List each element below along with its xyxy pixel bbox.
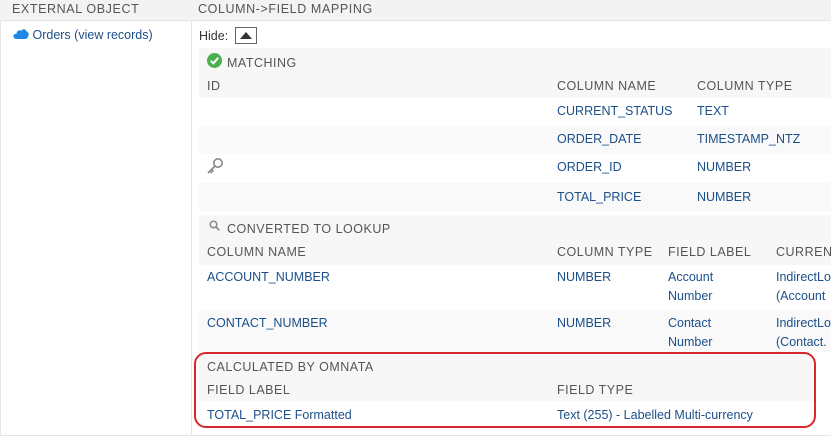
lookup-row-0-name: ACCOUNT_NUMBER bbox=[207, 270, 330, 284]
matching-row-0-type: TEXT bbox=[697, 104, 729, 118]
table-header: EXTERNAL OBJECT COLUMN->FIELD MAPPING bbox=[0, 0, 831, 21]
lookup-title: CONVERTED TO LOOKUP bbox=[227, 222, 391, 236]
lookup-row-0-label-1: Account bbox=[668, 270, 714, 284]
check-circle-icon bbox=[207, 53, 222, 68]
external-object-header: EXTERNAL OBJECT bbox=[12, 2, 140, 16]
lookup-column-type-header: COLUMN TYPE bbox=[557, 245, 653, 259]
matching-row-1-type: TIMESTAMP_NTZ bbox=[697, 132, 801, 146]
column-field-mapping-header: COLUMN->FIELD MAPPING bbox=[198, 2, 373, 16]
matching-row-2-type: NUMBER bbox=[697, 160, 752, 174]
view-records-link[interactable]: (view records) bbox=[74, 28, 153, 42]
lookup-row-0-current-1: IndirectLo bbox=[776, 270, 831, 284]
lookup-row-1-current-1: IndirectLo bbox=[776, 316, 831, 330]
highlight-box bbox=[194, 352, 816, 428]
object-entry: Orders (view records) bbox=[13, 28, 153, 42]
key-icon bbox=[207, 158, 223, 174]
matching-id-header: ID bbox=[207, 79, 221, 93]
triangle-up-icon bbox=[240, 32, 252, 39]
lookup-field-label-header: FIELD LABEL bbox=[668, 245, 752, 259]
matching-row-2-name: ORDER_ID bbox=[557, 160, 622, 174]
magnifier-icon bbox=[209, 220, 220, 231]
lookup-current-header: CURRENT bbox=[776, 245, 831, 259]
matching-row-1-name: ORDER_DATE bbox=[557, 132, 642, 146]
lookup-row-1-name: CONTACT_NUMBER bbox=[207, 316, 328, 330]
lookup-row-1-label-2: Number bbox=[668, 335, 713, 349]
matching-column-type-header: COLUMN TYPE bbox=[697, 79, 793, 93]
lookup-row-1-label-1: Contact bbox=[668, 316, 712, 330]
matching-row-3-name: TOTAL_PRICE bbox=[557, 190, 642, 204]
lookup-row-1-type: NUMBER bbox=[557, 316, 612, 330]
lookup-row-0-label-2: Number bbox=[668, 289, 713, 303]
orders-link[interactable]: Orders bbox=[32, 28, 70, 42]
lookup-row-1-current-2: (Contact. bbox=[776, 335, 827, 349]
matching-row-3-type: NUMBER bbox=[697, 190, 752, 204]
matching-title: MATCHING bbox=[227, 56, 297, 70]
lookup-row-0-current-2: (Account bbox=[776, 289, 826, 303]
column-divider bbox=[191, 20, 192, 435]
hide-toggle-button[interactable] bbox=[235, 27, 257, 44]
lookup-column-name-header: COLUMN NAME bbox=[207, 245, 307, 259]
matching-column-name-header: COLUMN NAME bbox=[557, 79, 657, 93]
lookup-row-0-type: NUMBER bbox=[557, 270, 612, 284]
matching-row-0-name: CURRENT_STATUS bbox=[557, 104, 673, 118]
cloud-icon bbox=[13, 29, 29, 39]
left-border bbox=[0, 20, 7, 435]
hide-label: Hide: bbox=[199, 29, 229, 43]
bottom-divider bbox=[0, 435, 831, 436]
